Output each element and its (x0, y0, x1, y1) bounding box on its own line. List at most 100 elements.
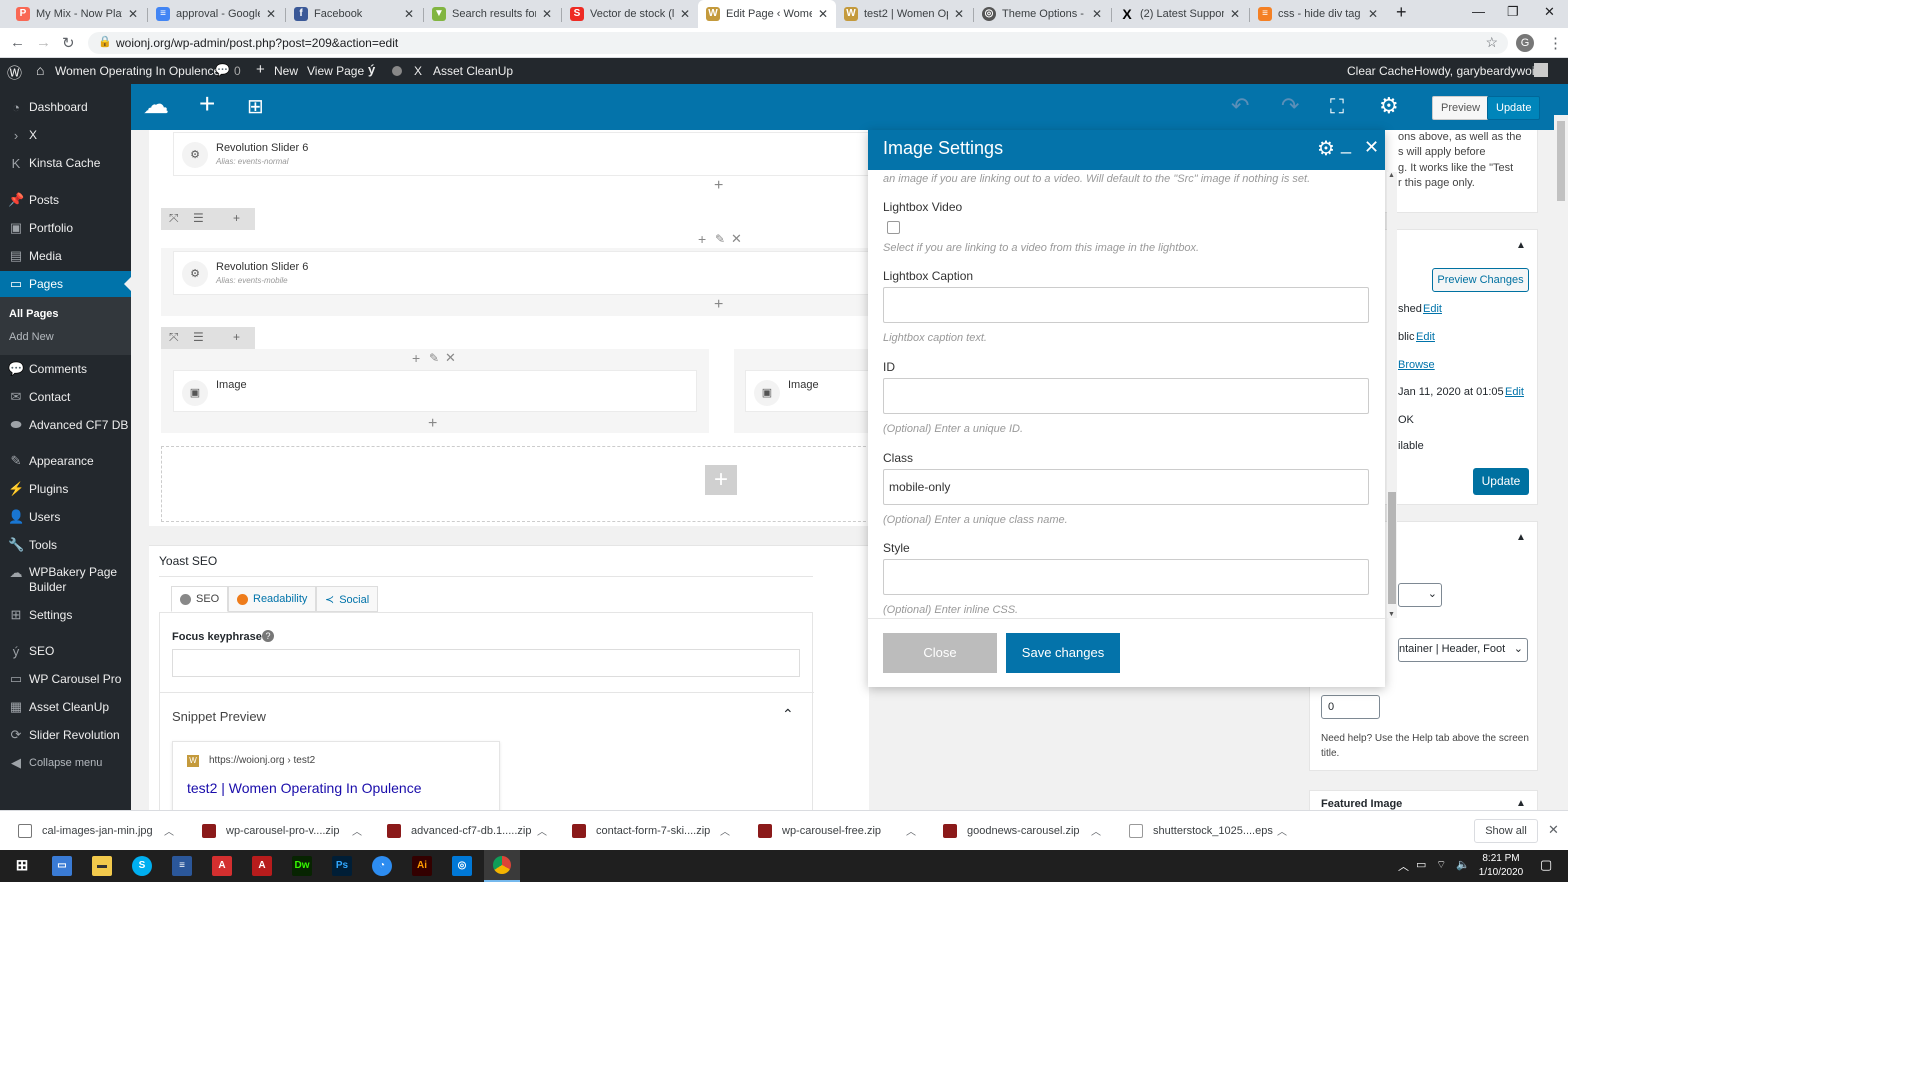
chevron-up-icon[interactable]: ︿ (1277, 823, 1287, 838)
browser-tab[interactable]: X (2) Latest Support t ✕ (1112, 0, 1248, 28)
order-input[interactable]: 0 (1321, 695, 1380, 719)
delete-icon[interactable]: ✕ (445, 350, 456, 366)
help-icon[interactable]: ? (262, 630, 274, 642)
download-item[interactable]: cal-images-jan-min.jpg ︿ (18, 819, 174, 843)
word-icon[interactable]: ≡ (172, 856, 192, 876)
style-input[interactable] (883, 559, 1369, 595)
sidebar-item-wpbakery[interactable]: ☁ WPBakery Page Builder (0, 561, 131, 601)
download-item[interactable]: advanced-cf7-db.1.....zip ︿ (387, 819, 547, 843)
explorer-window-icon[interactable]: ▭ (52, 856, 72, 876)
add-to-column-icon[interactable]: + (714, 297, 723, 313)
sidebar-item-advanced-cf7-db[interactable]: ⬬ Advanced CF7 DB (0, 413, 131, 437)
browser-tab[interactable]: P My Mix - Now Play ✕ (8, 0, 146, 28)
gear-icon[interactable]: ⚙ (1379, 94, 1399, 118)
vc-preview-button[interactable]: Preview (1432, 96, 1490, 120)
lightbox-caption-input[interactable] (883, 287, 1369, 323)
file-explorer-icon[interactable]: ▬ (92, 856, 112, 876)
sidebar-item-comments[interactable]: 💬 Comments (0, 357, 131, 381)
parent-page-select[interactable]: ⌄ (1398, 583, 1442, 607)
sidebar-item-appearance[interactable]: ✎ Appearance (0, 449, 131, 473)
sidebar-item-asset-cleanup[interactable]: ▦ Asset CleanUp (0, 695, 131, 719)
skype-icon[interactable]: S (132, 856, 152, 876)
chevron-up-icon[interactable]: ︿ (1091, 823, 1101, 838)
minimize-window-button[interactable]: — (1472, 4, 1485, 19)
fullscreen-icon[interactable]: ⛶ (1330, 95, 1344, 119)
close-button[interactable]: Close (883, 633, 997, 673)
sidebar-item-contact[interactable]: ✉ Contact (0, 385, 131, 409)
comments-count[interactable]: 0 (234, 64, 241, 78)
browser-tab[interactable]: ≡ css - hide div tag o ✕ (1250, 0, 1386, 28)
submenu-all-pages[interactable]: All Pages (9, 308, 59, 320)
edit-status-link[interactable]: Edit (1423, 303, 1442, 315)
yoast-tab-readability[interactable]: Readability (228, 586, 317, 612)
browser-tab[interactable]: ▼ Search results for A ✕ (424, 0, 560, 28)
add-icon[interactable]: + (698, 231, 706, 247)
class-input[interactable] (883, 469, 1369, 505)
sidebar-item-kinsta-cache[interactable]: K Kinsta Cache (0, 151, 131, 175)
close-tab-icon[interactable]: ✕ (542, 7, 552, 21)
add-row-column-icon[interactable]: + (233, 330, 240, 344)
scroll-down-icon[interactable]: ▼ (1388, 611, 1395, 618)
sidebar-item-tools[interactable]: 🔧 Tools (0, 533, 131, 557)
chat-app-icon[interactable]: ◔ (372, 856, 392, 876)
sidebar-item-settings[interactable]: ⊞ Settings (0, 603, 131, 627)
tray-chevron-icon[interactable]: ︿ (1398, 858, 1409, 874)
show-all-downloads-button[interactable]: Show all (1474, 819, 1538, 843)
close-tab-icon[interactable]: ✕ (1230, 7, 1240, 21)
url-input[interactable]: 🔒 woionj.org/wp-admin/post.php?post=209&… (88, 32, 1508, 54)
wordpress-logo-icon[interactable]: Ⓦ (7, 62, 22, 83)
browser-tab[interactable]: W test2 | Women Ope ✕ (836, 0, 972, 28)
sidebar-item-slider-revolution[interactable]: ⟳ Slider Revolution (0, 723, 131, 747)
close-tab-icon[interactable]: ✕ (266, 7, 276, 21)
revolution-slider-element[interactable]: ⚙ Revolution Slider 6 Alias: events-norm… (173, 132, 873, 176)
close-tab-icon[interactable]: ✕ (1368, 7, 1378, 21)
browser-tab[interactable]: ≡ approval - Google I ✕ (148, 0, 284, 28)
row-layout-icon[interactable]: ☰ (193, 330, 204, 344)
acrobat-icon[interactable]: A (212, 856, 232, 876)
bookmark-star-icon[interactable]: ☆ (1485, 34, 1498, 51)
sidebar-item-plugins[interactable]: ⚡ Plugins (0, 477, 131, 501)
minimize-icon[interactable]: _ (1341, 134, 1351, 155)
windows-start-icon[interactable]: ⊞ (12, 856, 32, 876)
wifi-icon[interactable]: ⌔ (1436, 858, 1446, 872)
sidebar-item-portfolio[interactable]: ▣ Portfolio (0, 216, 131, 240)
sidebar-item-posts[interactable]: 📌 Posts (0, 188, 131, 212)
redo-icon[interactable]: ↷ (1281, 94, 1299, 118)
revolution-slider-element[interactable]: ⚙ Revolution Slider 6 Alias: events-mobi… (173, 251, 873, 295)
add-element-icon[interactable]: + (199, 90, 215, 118)
download-item[interactable]: wp-carousel-free.zip ︿ (758, 819, 916, 843)
sidebar-item-x[interactable]: › X (0, 123, 131, 147)
user-avatar[interactable] (1534, 63, 1548, 77)
browser-menu-icon[interactable]: ⋮ (1548, 34, 1563, 52)
image-element[interactable]: ▣ Image (173, 370, 697, 412)
browser-tab-active[interactable]: W Edit Page ‹ Women ✕ (698, 0, 836, 28)
sidebar-item-pages[interactable]: ▭ Pages (0, 271, 131, 297)
photoshop-icon[interactable]: Ps (332, 856, 352, 876)
undo-icon[interactable]: ↶ (1231, 94, 1249, 118)
close-tab-icon[interactable]: ✕ (680, 7, 690, 21)
templates-icon[interactable]: ⊞ (247, 95, 264, 119)
close-tab-icon[interactable]: ✕ (404, 7, 414, 21)
chevron-up-icon[interactable]: ︿ (164, 823, 174, 838)
close-window-button[interactable]: ✕ (1544, 4, 1555, 20)
scrollbar-thumb[interactable] (1388, 492, 1396, 604)
close-icon[interactable]: ✕ (1364, 137, 1379, 158)
template-select[interactable]: ntainer | Header, Foot ⌄ (1398, 638, 1528, 662)
snippet-title[interactable]: test2 | Women Operating In Opulence (187, 780, 422, 796)
scrollbar-thumb[interactable] (1557, 121, 1565, 201)
yoast-tab-seo[interactable]: SEO (171, 586, 229, 612)
browser-tab[interactable]: ◎ Theme Options - X ✕ (974, 0, 1110, 28)
vc-update-button[interactable]: Update (1487, 96, 1541, 120)
sidebar-collapse-menu[interactable]: ◀ Collapse menu (0, 751, 131, 775)
download-item[interactable]: shutterstock_1025....eps ︿ (1129, 819, 1287, 843)
dreamweaver-icon[interactable]: Dw (292, 856, 312, 876)
edit-visibility-link[interactable]: Edit (1416, 331, 1435, 343)
wpbakery-cloud-icon[interactable]: ☁ (143, 91, 169, 117)
sidebar-item-wp-carousel-pro[interactable]: ▭ WP Carousel Pro (0, 667, 131, 691)
illustrator-icon[interactable]: Ai (412, 856, 432, 876)
save-changes-button[interactable]: Save changes (1006, 633, 1120, 673)
lightbox-video-checkbox[interactable] (887, 221, 900, 234)
forward-icon[interactable]: → (36, 34, 51, 51)
clock-date[interactable]: 1/10/2020 (1478, 867, 1524, 878)
volume-icon[interactable]: 🔈 (1456, 858, 1470, 871)
